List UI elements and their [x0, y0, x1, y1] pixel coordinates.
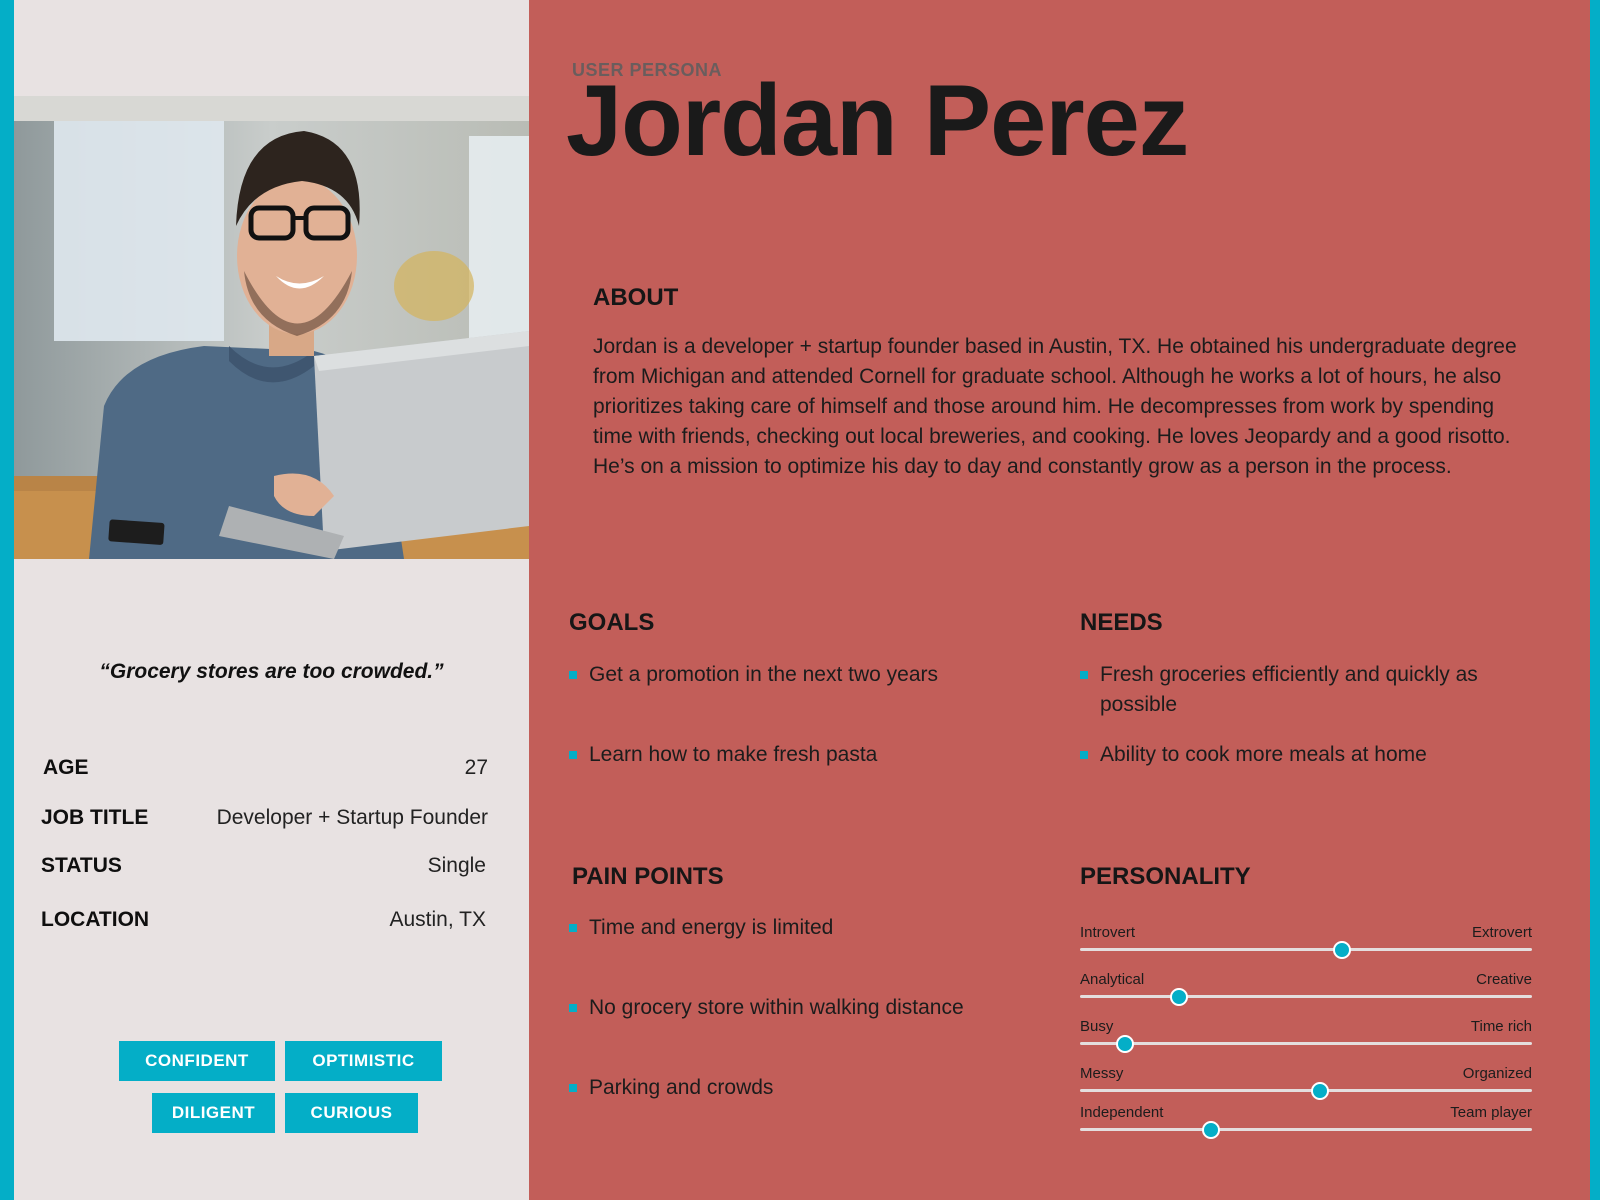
- pain-point-item: No grocery store within walking distance: [569, 993, 1039, 1023]
- pain-point-item: Parking and crowds: [569, 1073, 1039, 1103]
- slider-track: [1080, 1128, 1532, 1131]
- personality-heading: PERSONALITY: [1080, 863, 1251, 890]
- goal-item: Get a promotion in the next two years: [569, 660, 1039, 690]
- slider-right-label: Organized: [1462, 1065, 1532, 1082]
- personality-slider-busy-time-rich: Busy Time rich: [1080, 1018, 1532, 1064]
- age-value: 27: [464, 756, 488, 779]
- location-label: LOCATION: [41, 908, 150, 931]
- age-label: AGE: [43, 756, 89, 779]
- pain-point-item: Time and energy is limited: [569, 913, 1039, 943]
- need-item: Ability to cook more meals at home: [1080, 740, 1540, 770]
- trait-tag: CONFIDENT: [119, 1041, 275, 1081]
- slider-left-label: Analytical: [1080, 971, 1145, 988]
- persona-photo: [14, 96, 529, 559]
- pain-points-heading: PAIN POINTS: [572, 863, 724, 890]
- need-item: Fresh groceries efficiently and quickly …: [1080, 660, 1540, 720]
- job-title-value: Developer + Startup Founder: [216, 806, 488, 829]
- slider-track: [1080, 1042, 1532, 1045]
- slider-left-label: Independent: [1080, 1104, 1164, 1121]
- slider-left-label: Messy: [1080, 1065, 1124, 1082]
- about-heading: ABOUT: [593, 284, 679, 311]
- personality-slider-analytical-creative: Analytical Creative: [1080, 971, 1532, 1017]
- slider-track: [1080, 995, 1532, 998]
- personality-slider-introvert-extrovert: Introvert Extrovert: [1080, 924, 1532, 970]
- location-value: Austin, TX: [389, 908, 487, 931]
- slider-right-label: Creative: [1476, 971, 1532, 988]
- slider-knob: [1170, 988, 1189, 1006]
- personality-slider-independent-team-player: Independent Team player: [1080, 1104, 1532, 1150]
- slider-right-label: Team player: [1450, 1104, 1532, 1121]
- slider-knob: [1202, 1121, 1221, 1139]
- slider-left-label: Busy: [1080, 1018, 1114, 1035]
- needs-heading: NEEDS: [1080, 609, 1163, 636]
- slider-track: [1080, 1089, 1532, 1092]
- goal-item: Learn how to make fresh pasta: [569, 740, 1039, 770]
- about-text: Jordan is a developer + startup founder …: [593, 335, 1517, 478]
- job-title-label: JOB TITLE: [41, 806, 149, 829]
- slider-right-label: Time rich: [1470, 1018, 1532, 1035]
- slider-knob: [1116, 1035, 1135, 1053]
- status-value: Single: [427, 854, 486, 877]
- slider-knob: [1333, 941, 1352, 959]
- trait-tag: OPTIMISTIC: [285, 1041, 442, 1081]
- goals-heading: GOALS: [569, 609, 655, 636]
- slider-knob: [1310, 1082, 1329, 1100]
- left-accent-strip: [0, 0, 14, 1200]
- trait-tag: DILIGENT: [152, 1093, 275, 1133]
- slider-left-label: Introvert: [1080, 924, 1136, 941]
- persona-name: Jordan Perez: [566, 65, 1189, 177]
- slider-right-label: Extrovert: [1471, 924, 1532, 941]
- persona-quote: “Grocery stores are too crowded.”: [99, 660, 444, 683]
- right-accent-strip: [1590, 0, 1600, 1200]
- trait-tag: CURIOUS: [285, 1093, 418, 1133]
- slider-track: [1080, 948, 1532, 951]
- status-label: STATUS: [41, 854, 122, 877]
